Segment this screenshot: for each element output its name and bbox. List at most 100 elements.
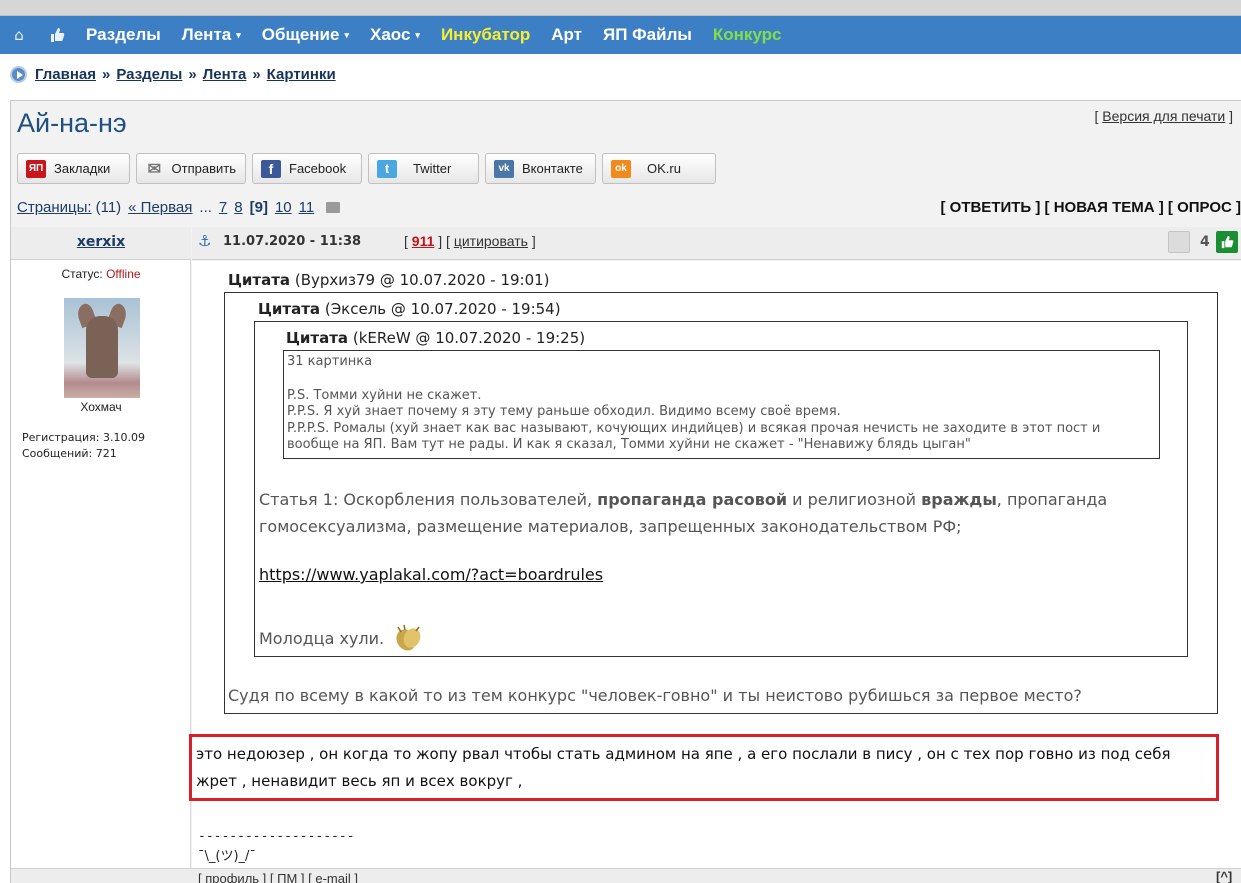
breadcrumb-separator: » — [188, 66, 197, 83]
share-ok-button[interactable]: ok OK.ru — [602, 153, 716, 184]
chevron-down-icon: ▾ — [415, 29, 420, 40]
nav-item-obshchenie[interactable]: Общение ▾ — [262, 25, 349, 45]
breadcrumb-arrow-icon — [10, 66, 27, 83]
quote-line: P.P.P.S. Ромалы (хуй знает как вас назыв… — [287, 420, 1101, 453]
quote-author: (Эксель @ 10.07.2020 - 19:54) — [324, 300, 561, 318]
page-link[interactable]: 7 — [219, 199, 227, 216]
nav-label: Общение — [261, 25, 340, 44]
share-twitter-button[interactable]: t Twitter — [368, 153, 479, 184]
post-footer — [11, 868, 1241, 883]
page-link[interactable]: 10 — [275, 199, 292, 216]
breadcrumb-lenta[interactable]: Лента — [203, 66, 247, 83]
page-first[interactable]: « Первая — [128, 199, 192, 216]
poll-button[interactable]: [ ОПРОС ] — [1168, 199, 1241, 216]
post-date: 11.07.2020 - 11:38 — [223, 234, 362, 249]
avatar[interactable] — [64, 298, 140, 398]
anchor-icon[interactable]: ⚓ — [198, 232, 211, 250]
vk-icon: vk — [494, 159, 514, 178]
share-label: OK.ru — [647, 161, 681, 176]
quote-line-blank — [287, 371, 1155, 388]
page-link[interactable]: 11 — [299, 199, 315, 216]
quote-author: (kEReW @ 10.07.2020 - 19:25) — [352, 329, 586, 347]
share-vk-button[interactable]: vk Вконтакте — [485, 153, 596, 184]
nav-item-lenta[interactable]: Лента ▾ — [182, 25, 241, 45]
rating-value: 4 — [1200, 234, 1210, 250]
share-send-button[interactable]: ✉ Отправить — [136, 153, 246, 184]
share-facebook-button[interactable]: f Facebook — [252, 153, 362, 184]
print-version-link[interactable]: Версия для печати — [1102, 108, 1225, 124]
email-link[interactable]: e-mail — [315, 871, 350, 883]
nav-item-khaos[interactable]: Хаос ▾ — [370, 25, 420, 45]
quote-author: (Вурхиз79 @ 10.07.2020 - 19:01) — [294, 271, 550, 289]
nav-item-konkurs[interactable]: Конкурс — [713, 25, 782, 45]
topic-actions: [ ОТВЕТИТЬ ] [ НОВАЯ ТЕМА ] [ ОПРОС ] — [940, 199, 1241, 216]
subscribe-icon[interactable] — [326, 202, 341, 213]
share-label: Facebook — [289, 161, 347, 176]
pm-link[interactable]: ПМ — [277, 871, 297, 883]
share-bookmarks-button[interactable]: ЯП Закладки — [17, 153, 130, 184]
reply-button[interactable]: [ ОТВЕТИТЬ ] — [940, 199, 1040, 216]
bracket: ] [ — [438, 233, 450, 249]
nav-label: Арт — [551, 25, 582, 44]
nav-item-razdely[interactable]: Разделы — [86, 25, 161, 45]
quote-judging-text: Судя по всему в какой то из тем конкурс … — [228, 686, 1082, 705]
post-number-link[interactable]: 911 — [412, 233, 435, 249]
author-name[interactable]: xerxix — [11, 234, 191, 250]
author-registration: Регистрация: 3.10.09 — [22, 431, 145, 444]
status-label: Статус: — [61, 267, 103, 281]
breadcrumb-home[interactable]: Главная — [35, 66, 96, 83]
breadcrumb-kartinki[interactable]: Картинки — [267, 66, 336, 83]
quote-comment: Молодца хули. — [259, 622, 424, 654]
share-label: Twitter — [413, 161, 452, 176]
browser-top-strip — [0, 0, 1241, 16]
quote-header: Цитата (kEReW @ 10.07.2020 - 19:25) — [286, 329, 585, 347]
rules-text: Статья 1: Оскорбления пользователей, — [259, 490, 598, 509]
ok-icon: ok — [611, 159, 631, 178]
pages-label[interactable]: Страницы: — [17, 199, 92, 216]
quote-line: P.P.S. Я хуй знает почему я эту тему ран… — [287, 404, 841, 419]
home-icon[interactable]: ⌂ — [10, 26, 28, 44]
nav-item-inkubator[interactable]: Инкубатор — [441, 25, 530, 45]
quote-label: Цитата — [258, 300, 321, 318]
rules-link[interactable]: https://www.yaplakal.com/?act=boardrules — [259, 565, 603, 584]
scroll-to-top-button[interactable]: [^] — [1216, 869, 1232, 883]
signature-text: ¯\_(ツ)_/¯ — [198, 849, 256, 864]
share-label: Закладки — [54, 161, 111, 176]
quote-label: Цитата — [228, 271, 291, 289]
post-meta: [ 911 ] [ цитировать ] — [404, 233, 536, 249]
breadcrumb-separator: » — [102, 66, 111, 83]
author-info: Регистрация: 3.10.09 Сообщений: 721 — [22, 430, 145, 462]
rules-text: и религиозной — [787, 490, 922, 509]
thumbs-up-icon[interactable] — [1215, 231, 1238, 253]
twitter-icon: t — [377, 159, 397, 178]
quote-line: 31 картинка — [287, 354, 373, 369]
author-rank: Хохмач — [80, 400, 122, 414]
bracket: ] — [531, 233, 536, 249]
bracket: ] — [1229, 108, 1233, 124]
quote-header: Цитата (Эксель @ 10.07.2020 - 19:54) — [258, 300, 561, 318]
post-rating: 4 — [1168, 231, 1238, 253]
thumbs-up-icon[interactable] — [48, 26, 66, 44]
page-current: [9] — [249, 199, 268, 216]
nav-item-art[interactable]: Арт — [551, 25, 582, 45]
nav-label: Лента — [181, 25, 232, 44]
breadcrumb-razdely[interactable]: Разделы — [116, 66, 182, 83]
share-label: Вконтакте — [522, 161, 583, 176]
quote-header: Цитата (Вурхиз79 @ 10.07.2020 - 19:01) — [228, 271, 550, 289]
breadcrumb: Главная » Разделы » Лента » Картинки — [10, 66, 336, 83]
author-status: Статус: Offline — [11, 267, 191, 281]
chevron-down-icon: ▾ — [236, 29, 241, 40]
pagination: Страницы: (11) « Первая ... 7 8 [9] 10 1… — [17, 199, 341, 216]
status-value: Offline — [106, 267, 141, 281]
page-link[interactable]: 8 — [234, 199, 242, 216]
thumbs-down-icon[interactable] — [1168, 231, 1190, 253]
print-version: [ Версия для печати ] — [1095, 108, 1233, 124]
rules-quote: Статья 1: Оскорбления пользователей, про… — [259, 486, 1179, 540]
share-label: Отправить — [171, 161, 236, 176]
cite-link[interactable]: цитировать — [454, 233, 528, 249]
new-topic-button[interactable]: [ НОВАЯ ТЕМА ] — [1045, 199, 1164, 216]
nav-item-yap-files[interactable]: ЯП Файлы — [603, 25, 692, 45]
quote-line: P.S. Томми хуйни не скажет. — [287, 387, 482, 403]
page-title: Ай-на-нэ — [17, 108, 127, 138]
profile-link[interactable]: профиль — [205, 871, 259, 883]
